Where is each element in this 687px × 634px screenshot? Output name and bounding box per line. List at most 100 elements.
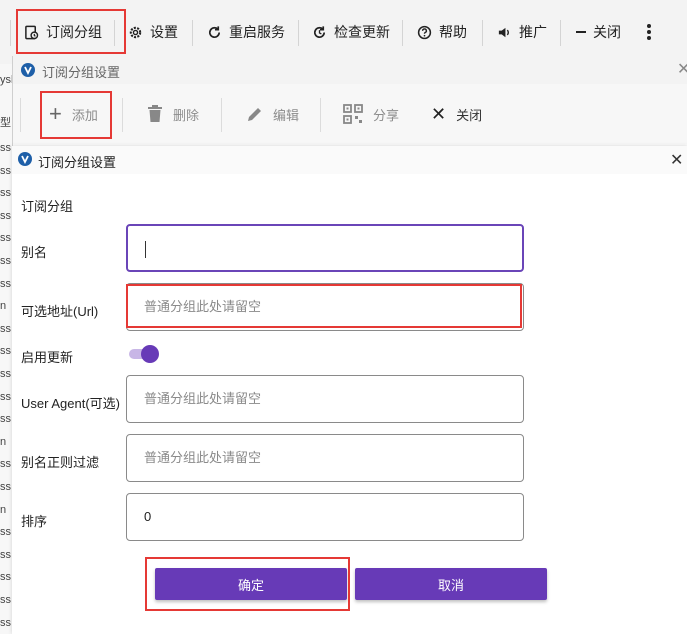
app-logo-icon <box>21 63 35 77</box>
sort-value: 0 <box>144 509 152 524</box>
background-row-label: ss <box>0 526 11 539</box>
alias-input[interactable] <box>126 224 524 272</box>
toolbar-divider <box>482 20 483 46</box>
background-row-label: ss <box>0 413 11 426</box>
background-row-label: ss <box>0 255 11 267</box>
confirm-button[interactable]: 确定 <box>155 568 347 600</box>
toolbar-divider <box>192 20 193 46</box>
background-row-label: ss <box>0 594 11 606</box>
subscription-group-label: 订阅分组 <box>46 24 102 40</box>
alias-filter-label: 别名正则过滤 <box>21 455 100 470</box>
url-placeholder: 普通分组此处请留空 <box>144 299 262 314</box>
toolbar-divider <box>10 20 11 46</box>
text-cursor <box>145 241 146 258</box>
cancel-button[interactable]: 取消 <box>355 568 547 600</box>
sort-label: 排序 <box>21 514 48 529</box>
close-app-label: 关闭 <box>593 24 621 40</box>
alias-filter-placeholder: 普通分组此处请留空 <box>144 450 262 465</box>
check-update-label: 检查更新 <box>334 24 390 40</box>
enable-update-label: 启用更新 <box>21 350 74 365</box>
window-toolbar: + 添加 删除 编辑 分享 ✕ 关闭 <box>13 84 687 144</box>
background-row-label: ss <box>0 390 11 403</box>
close-window-label: 关闭 <box>456 107 483 123</box>
share-button[interactable]: 分享 <box>343 98 399 130</box>
settings-label: 设置 <box>150 24 178 40</box>
help-icon <box>417 25 432 39</box>
promotion-label: 推广 <box>519 24 547 40</box>
window-titlebar: 订阅分组设置 ✕ <box>13 56 687 85</box>
pencil-icon <box>248 107 261 121</box>
window-title: 订阅分组设置 <box>42 65 121 80</box>
toggle-thumb <box>141 345 159 363</box>
subscription-group-icon <box>25 25 39 39</box>
user-agent-placeholder: 普通分组此处请留空 <box>144 391 262 406</box>
add-label: 添加 <box>71 107 98 123</box>
share-label: 分享 <box>373 107 400 123</box>
more-vertical-icon <box>647 24 651 40</box>
toolbar-divider <box>122 98 123 132</box>
background-row-label: ss <box>0 164 11 177</box>
background-row-label: ss <box>0 548 11 561</box>
background-row-label: ss <box>0 571 11 584</box>
toolbar-divider <box>20 98 21 132</box>
close-icon: ✕ <box>431 104 447 124</box>
dialog-close-icon[interactable]: ✕ <box>670 150 683 170</box>
background-row-label: ss <box>0 277 11 290</box>
toolbar-divider <box>320 98 321 132</box>
delete-button[interactable]: 删除 <box>147 98 199 130</box>
toolbar-divider <box>298 20 299 46</box>
minus-icon <box>576 31 586 33</box>
alias-label: 别名 <box>21 245 48 260</box>
toolbar-divider <box>402 20 403 46</box>
subscription-group-button[interactable]: 订阅分组 <box>24 12 102 52</box>
background-row-label: n <box>0 300 7 313</box>
background-row-label: n <box>0 503 7 516</box>
help-label: 帮助 <box>439 24 467 40</box>
user-agent-label: User Agent(可选) <box>21 396 120 411</box>
dialog-title: 订阅分组设置 <box>38 155 117 170</box>
help-button[interactable]: 帮助 <box>417 12 467 52</box>
background-row-label: ss <box>0 142 11 154</box>
promotion-button[interactable]: 推广 <box>497 12 547 52</box>
toolbar-divider <box>560 20 561 46</box>
background-row-label: n <box>0 435 7 448</box>
delete-label: 删除 <box>173 107 200 123</box>
close-window-button[interactable]: ✕ 关闭 <box>431 98 482 130</box>
app-logo-icon <box>18 152 32 166</box>
enable-update-toggle[interactable] <box>127 345 159 363</box>
url-label: 可选地址(Url) <box>21 304 99 319</box>
gear-icon <box>129 26 142 38</box>
restart-service-button[interactable]: 重启服务 <box>207 12 285 52</box>
trash-icon <box>148 105 162 122</box>
plus-icon: + <box>49 101 62 126</box>
background-row-label: 型 <box>0 117 11 129</box>
background-row-label: ss <box>0 481 11 493</box>
window-close-icon[interactable]: ✕ <box>677 59 687 79</box>
close-app-button[interactable]: 关闭 <box>576 12 621 52</box>
edit-label: 编辑 <box>273 107 300 123</box>
background-row-label: ss <box>0 209 11 222</box>
sort-input[interactable]: 0 <box>126 493 524 541</box>
background-row-label: ss <box>0 368 11 380</box>
edit-button[interactable]: 编辑 <box>246 98 299 130</box>
add-button[interactable]: + 添加 <box>49 98 98 130</box>
more-menu-button[interactable] <box>646 12 652 52</box>
restart-icon <box>209 25 221 38</box>
user-agent-input[interactable]: 普通分组此处请留空 <box>126 375 524 423</box>
update-icon <box>314 25 326 38</box>
background-row-label: ss <box>0 232 11 245</box>
alias-filter-input[interactable]: 普通分组此处请留空 <box>126 434 524 482</box>
background-row-label: ss <box>0 322 11 335</box>
background-row-label: ss <box>0 458 11 471</box>
restart-service-label: 重启服务 <box>229 24 285 40</box>
toolbar-divider <box>221 98 222 132</box>
toolbar-divider <box>114 20 115 46</box>
background-row-label: ss <box>0 345 11 358</box>
section-heading: 订阅分组 <box>21 199 74 214</box>
url-input[interactable]: 普通分组此处请留空 <box>126 283 524 331</box>
check-update-button[interactable]: 检查更新 <box>312 12 390 52</box>
settings-button[interactable]: 设置 <box>128 12 178 52</box>
qr-code-icon <box>343 104 363 124</box>
dialog-titlebar: 订阅分组设置 ✕ <box>12 146 687 174</box>
background-row-label: ss <box>0 616 11 629</box>
